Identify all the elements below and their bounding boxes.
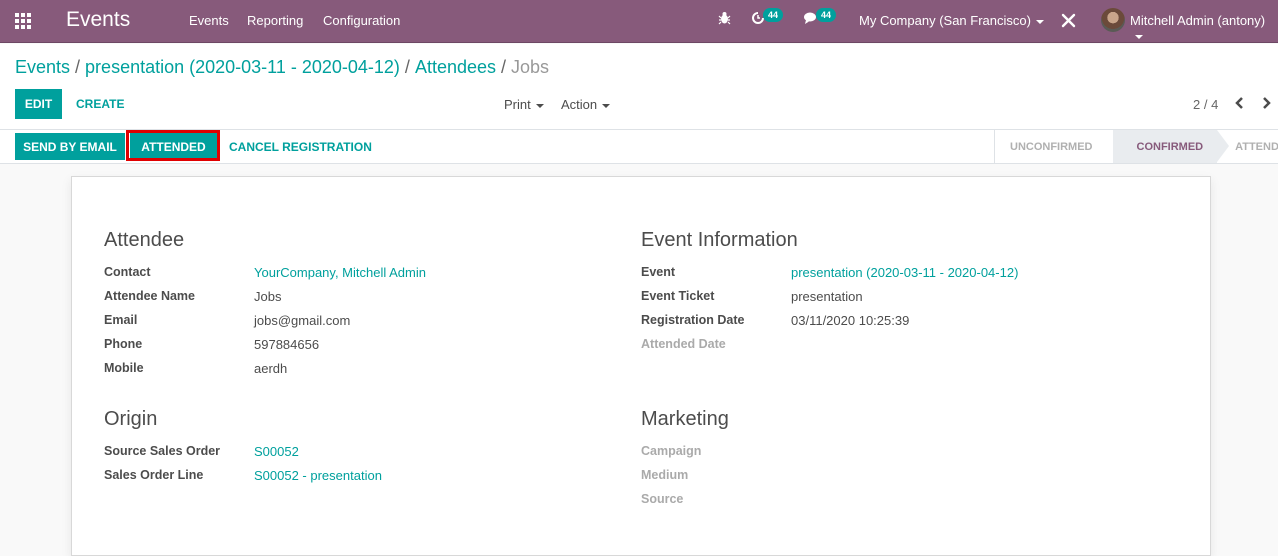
field-value: 597884656 [254,336,320,352]
sales-order-line-link[interactable]: S00052 - presentation [254,468,382,483]
print-dropdown[interactable]: Print [504,97,544,112]
field-contact: Contact YourCompany, Mitchell Admin [104,260,426,284]
origin-heading: Origin [104,408,158,430]
attended-highlight-box [126,130,220,161]
field-label: Event [641,265,676,279]
field-label: Campaign [641,444,702,458]
print-label: Print [504,97,531,112]
action-dropdown[interactable]: Action [561,97,611,112]
user-avatar[interactable] [1101,8,1125,32]
breadcrumb-separator: / [501,57,507,77]
breadcrumb: Events / presentation (2020-03-11 - 2020-0… [15,57,549,78]
field-label: Source Sales Order [104,444,221,458]
caret-down-icon [1035,19,1044,24]
company-switcher[interactable]: My Company (San Francisco) [859,13,1044,28]
field-event-ticket: Event Ticket presentation [641,284,1018,308]
field-value: aerdh [254,360,288,376]
tools-icon[interactable] [1061,13,1076,31]
caret-down-icon [535,103,544,108]
field-label: Source [641,492,684,506]
company-name: My Company (San Francisco) [859,13,1031,28]
field-phone: Phone 597884656 [104,332,426,356]
menu-configuration[interactable]: Configuration [323,13,400,28]
stage-attended[interactable]: ATTENDED [1217,130,1278,163]
create-button[interactable]: CREATE [76,97,124,111]
activity-count-badge: 44 [763,8,784,22]
stage-unconfirmed[interactable]: UNCONFIRMED [995,130,1113,163]
breadcrumb-events[interactable]: Events [15,57,70,77]
field-label: Contact [104,265,151,279]
app-name: Events [66,8,131,31]
marketing-group: Marketing Campaign Medium Source [641,408,791,511]
edit-button[interactable]: EDIT [15,89,62,119]
field-label: Attendee Name [104,289,195,303]
sales-order-link[interactable]: S00052 [254,444,299,459]
control-panel: Events / presentation (2020-03-11 - 2020-0… [0,44,1278,130]
status-bar: SEND BY EMAIL ATTENDED CANCEL REGISTRATI… [0,130,1278,164]
action-label: Action [561,97,598,112]
field-label: Registration Date [641,313,745,327]
field-source-sales-order: Source Sales Order S00052 [104,439,382,463]
contact-link[interactable]: YourCompany, Mitchell Admin [254,265,426,280]
field-label: Mobile [104,361,144,375]
cancel-registration-button[interactable]: CANCEL REGISTRATION [229,133,372,160]
field-label: Attended Date [641,337,726,351]
field-campaign: Campaign [641,439,791,463]
field-attendee-name: Attendee Name Jobs [104,284,426,308]
stage-confirmed[interactable]: CONFIRMED [1112,130,1229,163]
chevron-left-icon[interactable] [1234,96,1244,115]
field-label: Event Ticket [641,289,715,303]
breadcrumb-separator: / [75,57,81,77]
field-value: 03/11/2020 10:25:39 [791,312,910,328]
field-registration-date: Registration Date 03/11/2020 10:25:39 [641,308,1018,332]
field-value: jobs@gmail.com [254,312,351,328]
field-source: Source [641,487,791,511]
attendee-group: Attendee Contact YourCompany, Mitchell Ad… [104,229,426,380]
field-label: Phone [104,337,143,351]
pager-value[interactable]: 2 / 4 [1193,97,1218,112]
user-menu[interactable]: Mitchell Admin (antony) [1130,13,1278,43]
event-info-group: Event Information Event presentation (202… [641,229,1018,356]
caret-down-icon [602,103,611,108]
apps-grid-icon[interactable] [15,13,33,29]
breadcrumb-attendees[interactable]: Attendees [415,57,496,77]
field-value: Jobs [254,288,282,304]
bug-icon[interactable] [718,11,731,28]
chevron-right-icon[interactable] [1262,96,1272,115]
event-link[interactable]: presentation (2020-03-11 - 2020-04-12) [791,265,1018,280]
field-label: Medium [641,468,689,482]
menu-reporting[interactable]: Reporting [247,13,303,28]
field-attended-date: Attended Date [641,332,1018,356]
send-by-email-button[interactable]: SEND BY EMAIL [15,133,125,160]
menu-events[interactable]: Events [189,13,229,28]
field-email: Email jobs@gmail.com [104,308,426,332]
field-sales-order-line: Sales Order Line S00052 - presentation [104,463,382,487]
breadcrumb-current: Jobs [511,57,550,77]
stage-pipeline: UNCONFIRMED CONFIRMED ATTENDED [994,130,1278,163]
form-sheet: Attendee Contact YourCompany, Mitchell Ad… [71,176,1211,556]
origin-group: Origin Source Sales Order S00052 Sales Or… [104,408,382,487]
breadcrumb-separator: / [404,57,410,77]
field-event: Event presentation (2020-03-11 - 2020-04-… [641,260,1018,284]
breadcrumb-event[interactable]: presentation (2020-03-11 - 2020-04-12) [85,57,400,77]
field-mobile: Mobile aerdh [104,356,426,380]
field-label: Email [104,313,138,327]
user-name: Mitchell Admin (antony) [1130,13,1266,28]
top-navbar: Events Events Reporting Configuration 44… [0,0,1278,43]
attendee-heading: Attendee [104,229,185,251]
field-label: Sales Order Line [104,468,204,482]
field-medium: Medium [641,463,791,487]
caret-down-icon [1135,34,1143,39]
messages-count-badge: 44 [816,8,837,22]
event-info-heading: Event Information [641,229,798,251]
field-value: presentation [791,288,863,304]
marketing-heading: Marketing [641,408,729,430]
